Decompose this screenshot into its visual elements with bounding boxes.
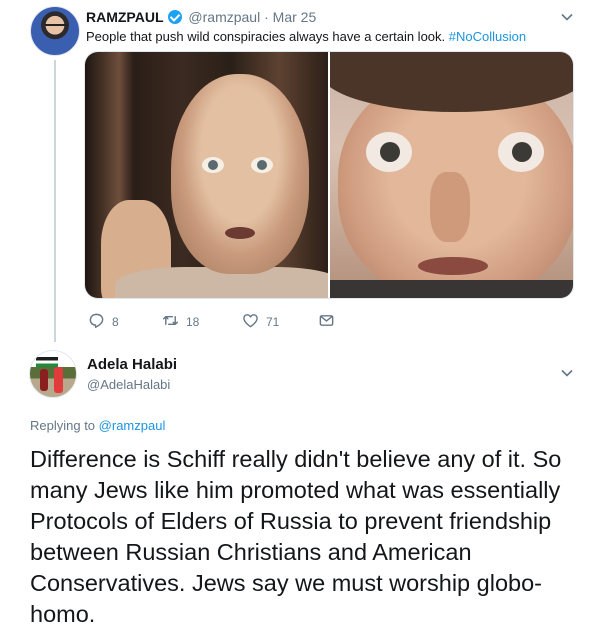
photo-eye (498, 132, 544, 172)
tweet-date[interactable]: Mar 25 (273, 9, 317, 25)
photo-mouth (418, 257, 488, 275)
photo-eye (202, 157, 224, 173)
photo-face (171, 74, 309, 274)
tweet-text: Difference is Schiff really didn't belie… (30, 446, 562, 627)
tweet-header: RAMZPAUL @ramzpaul · Mar 25 (86, 8, 316, 26)
display-name[interactable]: Adela Halabi (87, 356, 177, 373)
retweet-button[interactable]: 18 (162, 312, 199, 332)
avatar[interactable] (29, 350, 77, 398)
handle[interactable]: @AdelaHalabi (87, 377, 170, 392)
retweet-count: 18 (186, 315, 200, 329)
retweet-icon (162, 312, 186, 332)
heart-icon (242, 312, 266, 332)
reply-count: 8 (112, 315, 119, 329)
tweet-text: People that push wild conspiracies alway… (86, 28, 526, 46)
like-count: 71 (266, 315, 280, 329)
photo-hair (330, 52, 573, 112)
avatar-figure (54, 367, 63, 393)
parent-tweet[interactable]: RAMZPAUL @ramzpaul · Mar 25 People that … (0, 0, 600, 345)
media-photo-right[interactable] (330, 52, 573, 298)
media-photo-left[interactable] (85, 52, 328, 298)
tweet-text-body: People that push wild conspiracies alway… (86, 29, 446, 44)
photo-eye (251, 157, 273, 173)
reply-icon (88, 312, 112, 332)
avatar-figure (40, 369, 48, 391)
mention-link[interactable]: @ramzpaul (99, 418, 166, 433)
direct-message-icon (318, 312, 342, 332)
tweet-media[interactable] (84, 51, 574, 299)
verified-badge-icon (167, 10, 182, 24)
handle[interactable]: @ramzpaul (188, 9, 260, 25)
avatar-flag (36, 357, 58, 367)
reply-button[interactable]: 8 (88, 312, 119, 332)
display-name[interactable]: RAMZPAUL (86, 9, 164, 25)
avatar[interactable] (30, 6, 80, 56)
photo-eye (366, 132, 412, 172)
direct-message-button[interactable] (318, 312, 342, 332)
photo-nose (430, 172, 470, 242)
photo-mouth (225, 227, 255, 239)
chevron-down-icon[interactable] (560, 366, 574, 380)
like-button[interactable]: 71 (242, 312, 279, 332)
chevron-down-icon[interactable] (560, 10, 574, 24)
replying-to: Replying to @ramzpaul (30, 418, 165, 433)
photo-suit (330, 280, 573, 298)
separator: · (264, 9, 269, 25)
hashtag-link[interactable]: #NoCollusion (449, 29, 526, 44)
avatar-glasses (45, 24, 67, 30)
thread-connector-line (54, 60, 56, 342)
replying-to-label: Replying to (30, 418, 96, 433)
